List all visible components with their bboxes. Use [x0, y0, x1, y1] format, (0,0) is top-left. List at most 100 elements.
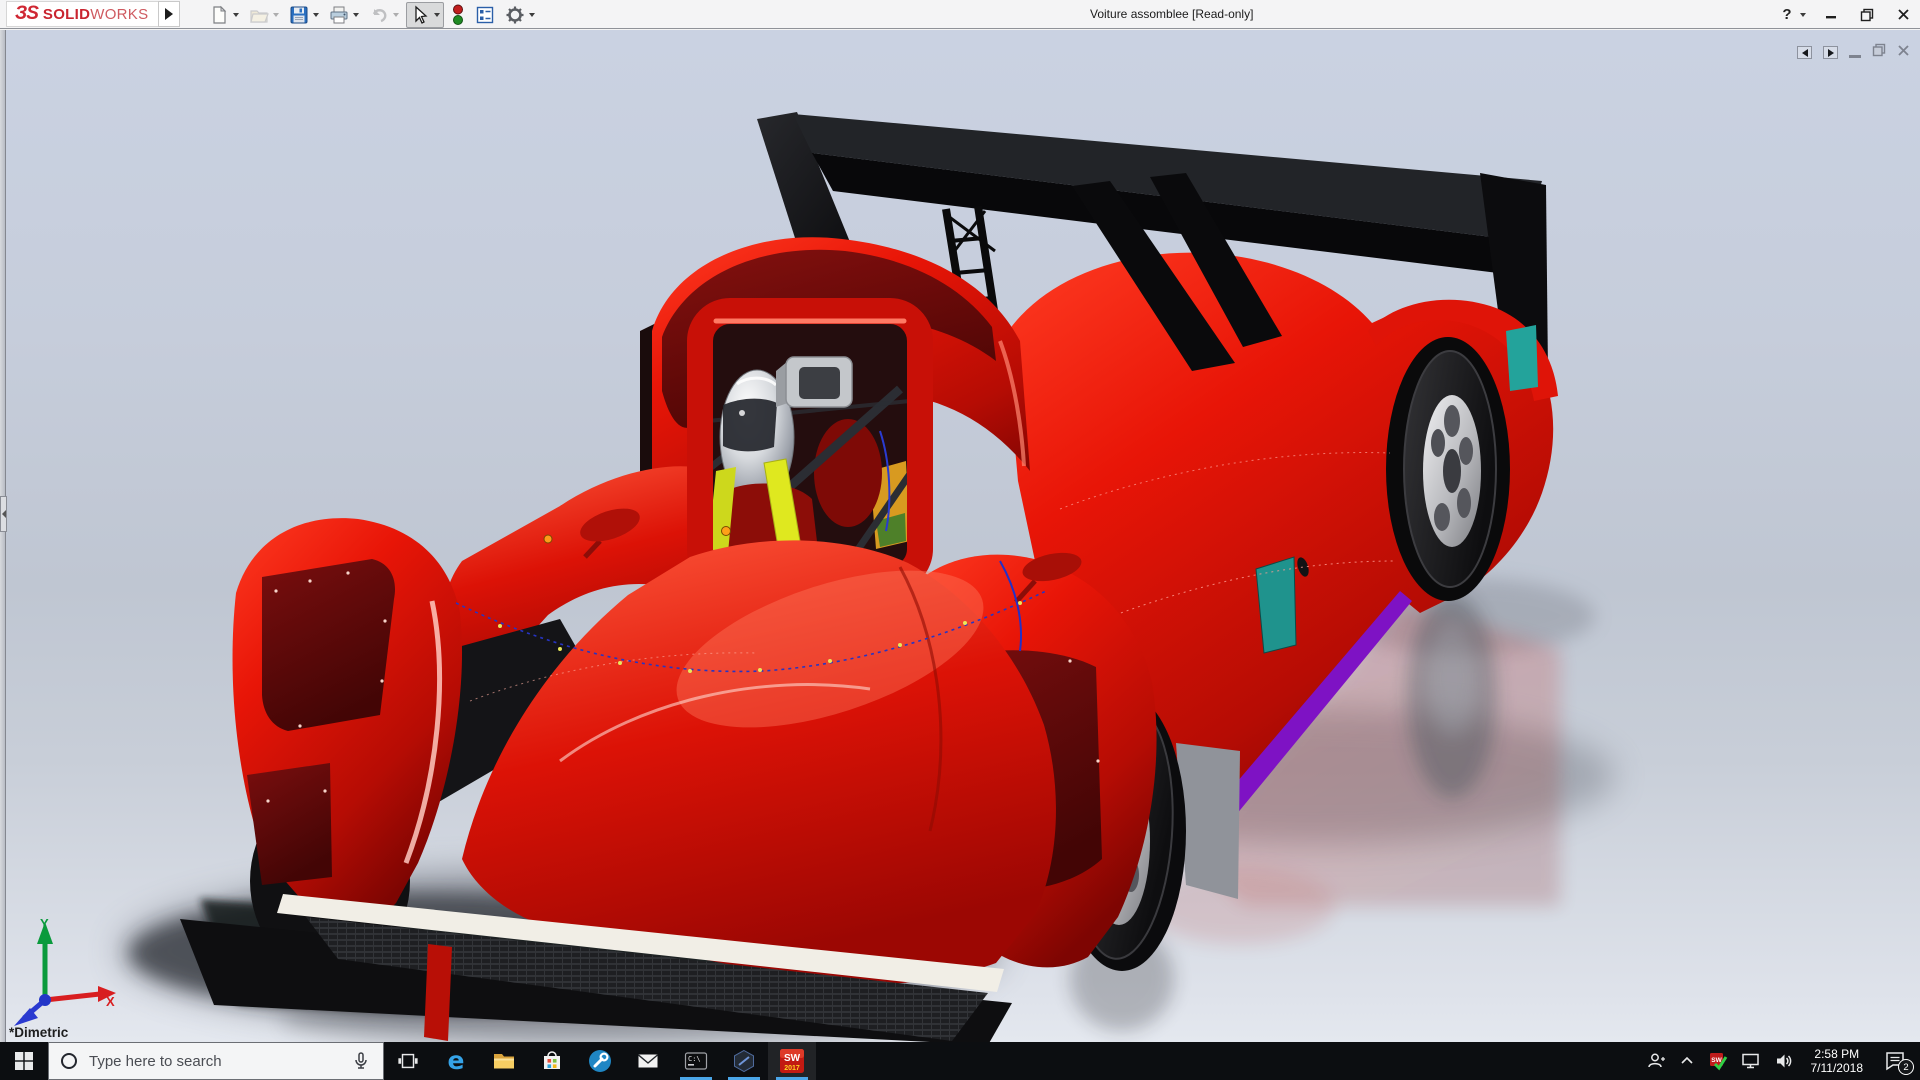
restore-document-icon: [1872, 43, 1886, 57]
triad-x-label: X: [106, 994, 115, 1009]
svg-text:e: e: [448, 1048, 465, 1074]
print-caret[interactable]: [353, 12, 359, 17]
orientation-triad: Y X: [14, 916, 116, 1026]
taskbar-search[interactable]: [48, 1042, 384, 1080]
svg-text:2017: 2017: [784, 1065, 800, 1072]
select-cursor-icon: [415, 5, 428, 24]
close-icon: [1897, 9, 1909, 20]
quick-access-toolbar: [206, 0, 542, 29]
next-window-button[interactable]: [1823, 46, 1838, 59]
design-report-button[interactable]: [472, 3, 498, 27]
task-view-icon: [398, 1053, 418, 1069]
solidworks-status-icon: SW: [1709, 1053, 1727, 1071]
minimize-document-button[interactable]: [1849, 54, 1861, 58]
command-prompt-icon: C:\: [684, 1052, 708, 1070]
notification-badge: 2: [1898, 1059, 1914, 1075]
close-button[interactable]: [1892, 4, 1914, 26]
restore-icon: [1860, 8, 1874, 21]
volume-icon: [1776, 1054, 1791, 1068]
panel-collapse-tab[interactable]: [0, 495, 7, 532]
menu-flyout-button[interactable]: [158, 1, 180, 27]
edge-button[interactable]: e: [432, 1042, 480, 1080]
microphone-icon[interactable]: [351, 1051, 371, 1071]
undo-button[interactable]: [366, 3, 402, 27]
intake-box: [776, 356, 853, 408]
brand-mark-icon: ЗS: [15, 3, 39, 24]
network-display-icon: [1741, 1053, 1759, 1069]
rebuild-stoplight-button[interactable]: [448, 2, 468, 28]
svg-text:C:\: C:\: [688, 1055, 701, 1063]
open-document-caret[interactable]: [273, 12, 279, 17]
network-button[interactable]: [1741, 1051, 1761, 1071]
brand-word-light: WORKS: [90, 5, 149, 23]
stoplight-icon: [453, 4, 463, 25]
report-list-icon: [476, 6, 494, 23]
save-caret[interactable]: [313, 12, 319, 17]
command-prompt-button[interactable]: C:\: [672, 1042, 720, 1080]
show-hidden-icons-button[interactable]: [1679, 1053, 1695, 1069]
front-left-fender[interactable]: [232, 518, 463, 921]
people-icon: [1647, 1053, 1665, 1068]
minimize-button[interactable]: [1820, 4, 1842, 26]
window-controls: ?: [1780, 0, 1914, 29]
rear-right-wheel[interactable]: [1403, 350, 1497, 588]
close-document-button[interactable]: [1897, 44, 1910, 62]
taskbar-clock[interactable]: 2:58 PM 7/11/2018: [1807, 1047, 1868, 1075]
windows-logo-icon: [15, 1052, 33, 1070]
graphics-viewport[interactable]: Y X *Dimetric: [0, 30, 1920, 1042]
previous-window-icon: [1801, 48, 1808, 57]
feature-panel-splitter[interactable]: [0, 30, 6, 1042]
titlebar: ЗS SOLID WORKS Voiture assomblee [Read-o…: [0, 0, 1920, 29]
hexagon-app-button[interactable]: [720, 1042, 768, 1080]
new-document-caret[interactable]: [233, 12, 239, 17]
restore-document-button[interactable]: [1872, 43, 1886, 62]
print-icon: [330, 6, 348, 23]
close-document-icon: [1898, 44, 1909, 56]
search-input[interactable]: [89, 1052, 339, 1070]
save-button[interactable]: [286, 3, 322, 27]
open-document-button[interactable]: [246, 3, 282, 27]
windows-taskbar: e: [0, 1042, 1920, 1080]
tow-tab: [424, 944, 452, 1041]
new-document-button[interactable]: [206, 3, 242, 27]
action-center-button[interactable]: 2: [1880, 1047, 1914, 1075]
solidworks-status-button[interactable]: SW: [1708, 1051, 1728, 1071]
brand-word-bold: SOLID: [42, 5, 91, 23]
solidworks-logo: ЗS SOLID WORKS: [6, 1, 160, 27]
open-document-icon: [250, 9, 269, 23]
help-button[interactable]: ?: [1780, 4, 1794, 26]
collapse-arrow-icon: [1, 509, 6, 518]
options-caret[interactable]: [529, 12, 535, 17]
help-caret[interactable]: [1800, 12, 1806, 17]
restore-button[interactable]: [1856, 4, 1878, 26]
document-window-controls: [1797, 43, 1910, 62]
previous-window-button[interactable]: [1797, 46, 1812, 59]
file-explorer-button[interactable]: [480, 1042, 528, 1080]
settings-tool-button[interactable]: [576, 1042, 624, 1080]
model-scene[interactable]: [0, 30, 1920, 1042]
start-button[interactable]: [0, 1042, 48, 1080]
select-tool-button[interactable]: [406, 1, 444, 28]
task-view-button[interactable]: [384, 1042, 432, 1080]
solidworks-2017-button[interactable]: SW 2017: [768, 1042, 816, 1080]
edge-icon: e: [448, 1048, 465, 1074]
sketch-point-selected: [543, 534, 553, 544]
store-icon: [544, 1051, 560, 1069]
undo-caret[interactable]: [393, 12, 399, 17]
select-tool-caret[interactable]: [434, 12, 440, 17]
clock-time: 2:58 PM: [1814, 1047, 1860, 1061]
next-window-icon: [1827, 48, 1834, 57]
print-button[interactable]: [326, 3, 362, 27]
people-button[interactable]: [1646, 1051, 1666, 1071]
store-button[interactable]: [528, 1042, 576, 1080]
mail-button[interactable]: [624, 1042, 672, 1080]
view-orientation-label: *Dimetric: [9, 1025, 69, 1040]
triad-y-label: Y: [40, 916, 49, 931]
cockpit[interactable]: [687, 298, 933, 592]
file-explorer-icon: [494, 1054, 514, 1069]
volume-button[interactable]: [1774, 1051, 1794, 1071]
svg-text:SW: SW: [784, 1053, 801, 1064]
cortana-icon: [61, 1053, 77, 1069]
save-icon: [290, 6, 308, 23]
options-button[interactable]: [502, 3, 538, 27]
